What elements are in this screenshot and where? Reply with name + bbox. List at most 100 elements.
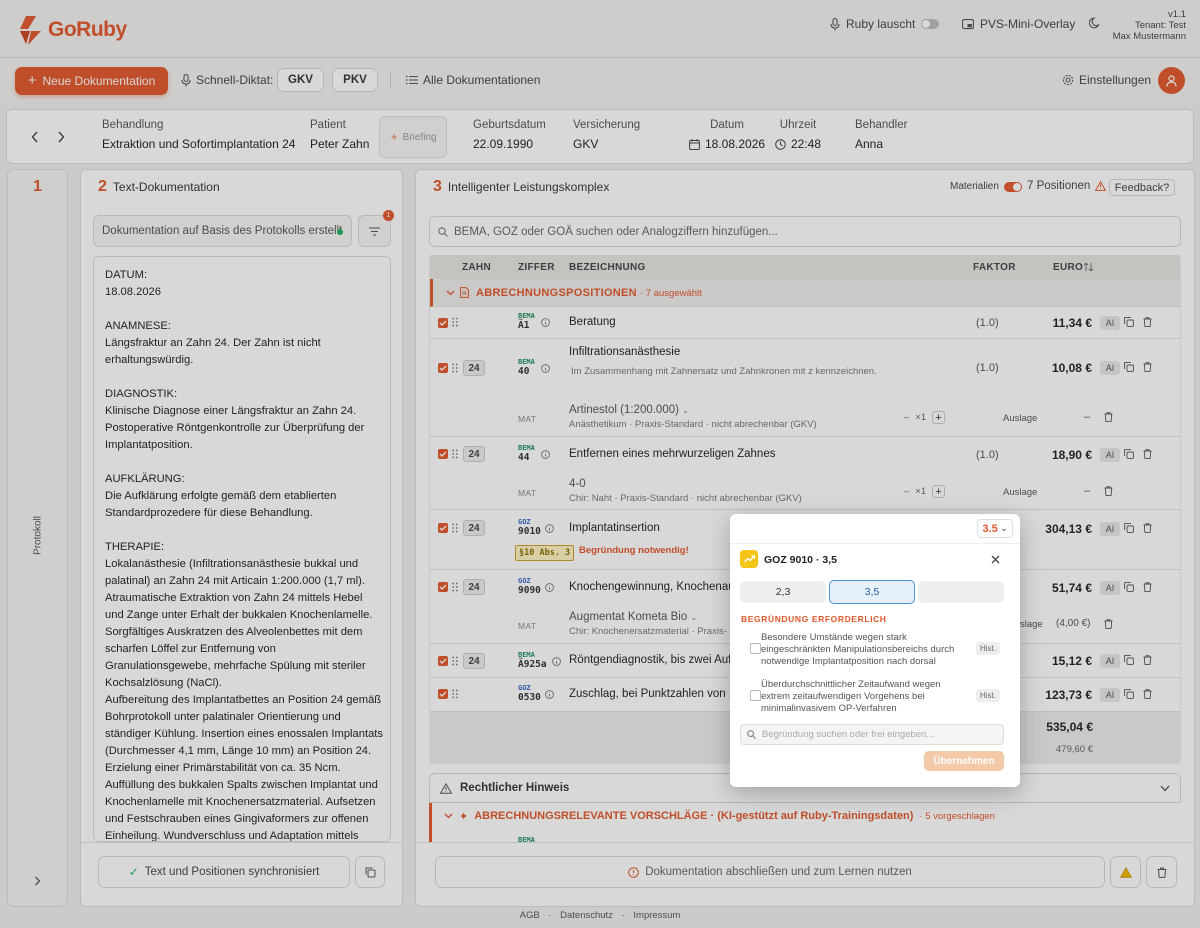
row-factor[interactable]: (1.0): [976, 317, 999, 329]
filter-button[interactable]: 1: [358, 210, 394, 247]
chevron-left-icon[interactable]: [31, 131, 39, 143]
row-checkbox[interactable]: [438, 656, 448, 666]
logo[interactable]: GoRuby: [16, 14, 127, 46]
table-row[interactable]: 24 BEMA 44 Entfernen eines mehrwurzeligen…: [430, 437, 1180, 510]
copy-icon[interactable]: [1124, 689, 1134, 699]
template-select[interactable]: Dokumentation auf Basis des Protokolls e…: [93, 215, 352, 247]
reason-checkbox[interactable]: [750, 690, 761, 701]
ai-button[interactable]: AI: [1100, 448, 1120, 462]
settings-button[interactable]: Einstellungen: [1062, 73, 1151, 87]
info-icon[interactable]: [541, 364, 550, 373]
material-quantity-stepper[interactable]: – ×1 +: [904, 485, 946, 498]
date-field[interactable]: Datum 18.08.2026: [689, 119, 765, 151]
footer-agb-link[interactable]: AGB: [520, 910, 540, 921]
pvs-overlay-button[interactable]: PVS-Mini-Overlay: [962, 17, 1075, 31]
warnings-button[interactable]: [1110, 856, 1141, 888]
info-icon[interactable]: [545, 583, 554, 592]
trash-icon[interactable]: [1143, 582, 1152, 592]
row-checkbox[interactable]: [438, 523, 448, 533]
row-tooth[interactable]: 24: [463, 360, 485, 376]
materials-toggle[interactable]: Materialien: [950, 181, 1022, 192]
reason-checkbox[interactable]: [750, 643, 761, 654]
row-checkbox[interactable]: [438, 318, 448, 328]
billing-positions-group[interactable]: ABRECHNUNGSPOSITIONEN · 7 ausgewählt: [430, 279, 1180, 307]
copy-icon[interactable]: [1124, 655, 1134, 665]
code-search-input[interactable]: BEMA, GOZ oder GOÄ suchen oder Analogzif…: [429, 216, 1181, 247]
dark-mode-toggle[interactable]: [1089, 17, 1101, 29]
chevron-right-icon[interactable]: [57, 131, 65, 143]
ai-button[interactable]: AI: [1100, 581, 1120, 595]
minus-button[interactable]: –: [904, 412, 909, 423]
info-icon[interactable]: [552, 657, 561, 666]
trash-icon[interactable]: [1143, 689, 1152, 699]
reason-search-input[interactable]: Begründung suchen oder frei eingeben...: [740, 724, 1004, 745]
material-billing[interactable]: Auslage: [1003, 413, 1037, 424]
user-avatar-button[interactable]: [1158, 67, 1185, 94]
new-documentation-button[interactable]: + Neue Dokumentation: [15, 67, 168, 95]
col-euro[interactable]: EURO: [1053, 262, 1083, 273]
factor-option-2-3[interactable]: 2,3: [740, 581, 826, 603]
row-tooth[interactable]: 24: [463, 579, 485, 595]
trash-icon[interactable]: [1143, 655, 1152, 665]
material-billing[interactable]: slage: [1020, 619, 1043, 630]
dictation-pkv-button[interactable]: PKV: [332, 68, 378, 92]
factor-option-custom[interactable]: [918, 581, 1004, 603]
expand-chevron-icon[interactable]: [34, 876, 41, 886]
minus-button[interactable]: –: [904, 486, 909, 497]
protocol-side-label[interactable]: Protokoll: [33, 516, 44, 556]
drag-handle-icon[interactable]: [452, 689, 458, 699]
footer-imprint-link[interactable]: Impressum: [633, 910, 680, 921]
plus-button[interactable]: +: [932, 485, 946, 498]
time-field[interactable]: Uhrzeit 22:48: [775, 119, 821, 151]
copy-icon[interactable]: [1124, 317, 1134, 327]
ai-button[interactable]: AI: [1100, 654, 1120, 668]
chevron-down-icon[interactable]: [1160, 785, 1170, 792]
copy-icon[interactable]: [1124, 582, 1134, 592]
row-checkbox[interactable]: [438, 363, 448, 373]
factor-select[interactable]: 3.5 ⌄: [977, 519, 1013, 538]
delete-documentation-button[interactable]: [1146, 856, 1177, 888]
row-checkbox[interactable]: [438, 689, 448, 699]
drag-handle-icon[interactable]: [452, 449, 458, 459]
row-checkbox[interactable]: [438, 449, 448, 459]
reason-option[interactable]: Besondere Umstände wegen stark eingeschr…: [750, 632, 1002, 672]
apply-button[interactable]: Übernehmen: [924, 751, 1004, 771]
footer-privacy-link[interactable]: Datenschutz: [560, 910, 613, 921]
material-billing[interactable]: Auslage: [1003, 487, 1037, 498]
table-row[interactable]: 24 BEMA 40 Infiltrationsanästhesie Im Zus…: [430, 339, 1180, 437]
close-icon[interactable]: [991, 555, 1000, 564]
all-documentations-link[interactable]: Alle Dokumentationen: [406, 73, 540, 87]
trash-icon[interactable]: [1143, 317, 1152, 327]
briefing-button[interactable]: ✦ Briefing: [379, 116, 447, 158]
material-name[interactable]: Artinestol (1:200.000) ⌄: [569, 404, 689, 416]
copy-icon[interactable]: [1124, 523, 1134, 533]
ruby-listening-toggle[interactable]: Ruby lauscht: [830, 17, 940, 31]
material-name[interactable]: 4-0: [569, 478, 586, 490]
ai-button[interactable]: AI: [1100, 316, 1120, 330]
row-checkbox[interactable]: [438, 582, 448, 592]
drag-handle-icon[interactable]: [452, 656, 458, 666]
row-factor[interactable]: (1.0): [976, 362, 999, 374]
materials-switch[interactable]: [1003, 181, 1022, 192]
trash-icon[interactable]: [1143, 523, 1152, 533]
reason-option[interactable]: Überdurchschnittlicher Zeitaufwand wegen…: [750, 679, 1002, 719]
suggestions-section[interactable]: ✦ ABRECHNUNGSRELEVANTE VORSCHLÄGE · (KI-…: [429, 803, 1181, 843]
table-row[interactable]: BEMA Ä1 Beratung (1.0) 11,34 € AI: [430, 307, 1180, 339]
documentation-text-area[interactable]: DATUM: 18.08.2026 ANAMNESE: Längsfraktur an…: [93, 256, 391, 842]
drag-handle-icon[interactable]: [452, 317, 458, 327]
chevron-down-icon[interactable]: [444, 813, 453, 819]
copy-icon[interactable]: [1124, 362, 1134, 372]
drag-handle-icon[interactable]: [452, 582, 458, 592]
row-tooth[interactable]: 24: [463, 520, 485, 536]
info-icon[interactable]: [541, 450, 550, 459]
sync-status-button[interactable]: ✓ Text und Positionen synchronisiert: [98, 856, 350, 888]
ai-button[interactable]: AI: [1100, 688, 1120, 702]
row-factor[interactable]: (1.0): [976, 449, 999, 461]
trash-icon[interactable]: [1104, 412, 1113, 422]
row-tooth[interactable]: 24: [463, 446, 485, 462]
info-icon[interactable]: [545, 690, 554, 699]
material-quantity-stepper[interactable]: – ×1 +: [904, 411, 946, 424]
paragraph-badge[interactable]: §10 Abs. 3: [515, 545, 575, 561]
trash-icon[interactable]: [1104, 486, 1113, 496]
trash-icon[interactable]: [1143, 449, 1152, 459]
